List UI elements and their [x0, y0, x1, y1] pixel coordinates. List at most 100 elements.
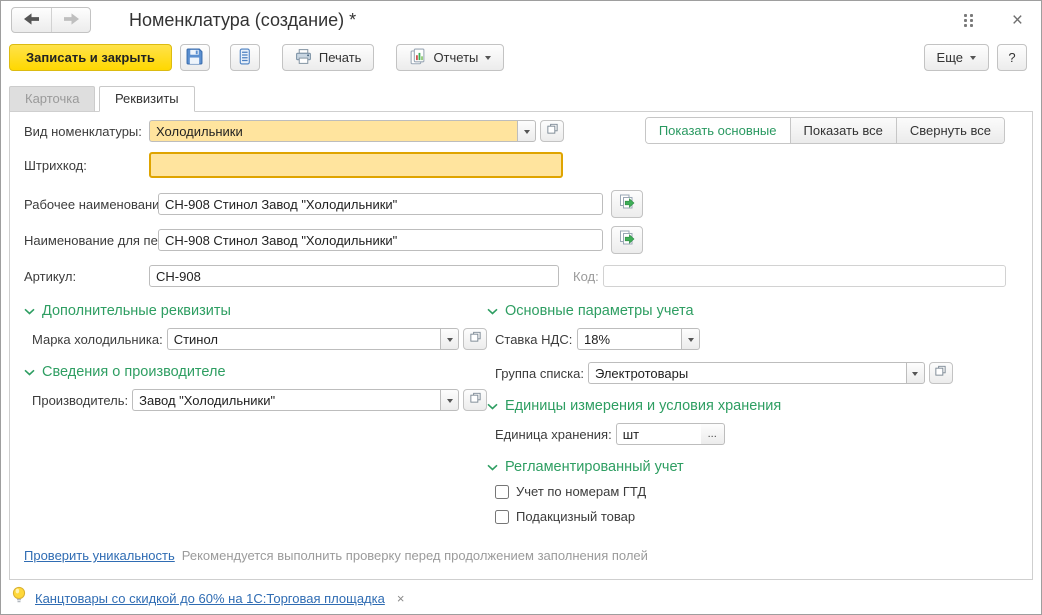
section-accounting-label: Основные параметры учета: [505, 303, 694, 319]
nav-history-group: [11, 7, 91, 33]
list-group-input[interactable]: [588, 362, 906, 384]
nomenclature-type-combo: [149, 120, 536, 142]
chevron-down-icon: [912, 372, 918, 379]
reports-button-label: Отчеты: [433, 50, 478, 65]
nomenclature-type-open-button[interactable]: [540, 120, 564, 142]
section-manufacturer-info[interactable]: Сведения о производителе: [24, 364, 487, 380]
chevron-down-icon: [487, 398, 498, 414]
open-form-icon: [934, 364, 947, 382]
print-name-input[interactable]: [158, 229, 603, 251]
excise-checkbox-label: Подакцизный товар: [516, 509, 635, 524]
notification-close-icon[interactable]: ×: [397, 591, 405, 606]
copy-name-icon: [618, 229, 636, 252]
reports-button[interactable]: Отчеты: [396, 44, 504, 71]
working-name-label: Рабочее наименование:: [24, 197, 154, 212]
forward-arrow-icon: [64, 13, 79, 28]
more-actions-button[interactable]: Еще: [924, 44, 989, 71]
command-bar: Записать и закрыть Печать Отчеты: [1, 39, 1041, 76]
chevron-down-icon: [970, 56, 976, 63]
printer-icon: [295, 48, 312, 68]
chevron-down-icon: [485, 56, 491, 63]
nomenclature-type-dropdown-button[interactable]: [517, 120, 536, 142]
article-input[interactable]: [149, 265, 559, 287]
chevron-down-icon: [688, 338, 694, 345]
brand-open-button[interactable]: [463, 328, 487, 350]
help-button[interactable]: ?: [997, 44, 1027, 71]
back-arrow-icon: [24, 13, 39, 28]
vat-dropdown-button[interactable]: [681, 328, 700, 350]
forward-button[interactable]: [51, 8, 90, 32]
form-panel: Показать основные Показать все Свернуть …: [9, 111, 1033, 580]
unit-combo: ...: [616, 423, 725, 445]
check-uniqueness-link[interactable]: Проверить уникальность: [24, 548, 175, 563]
section-units[interactable]: Единицы измерения и условия хранения: [487, 398, 1018, 414]
unit-label: Единица хранения:: [495, 427, 612, 442]
vat-input[interactable]: [577, 328, 681, 350]
vat-combo: [577, 328, 700, 350]
barcode-input[interactable]: [149, 152, 563, 178]
chevron-down-icon: [447, 338, 453, 345]
chevron-down-icon: [487, 459, 498, 475]
more-menu-icon[interactable]: [960, 10, 978, 31]
vat-label: Ставка НДС:: [495, 332, 573, 347]
working-name-fill-button[interactable]: [611, 190, 643, 218]
collapse-all-button[interactable]: Свернуть все: [896, 118, 1004, 143]
section-additional-label: Дополнительные реквизиты: [42, 303, 231, 319]
nomenclature-type-label: Вид номенклатуры:: [24, 124, 145, 139]
print-name-label: Наименование для печати:: [24, 233, 154, 248]
manufacturer-input[interactable]: [132, 389, 440, 411]
open-form-icon: [546, 122, 559, 140]
excise-checkbox[interactable]: [495, 510, 509, 524]
lightbulb-icon: [11, 586, 27, 610]
show-main-button[interactable]: Показать основные: [646, 118, 790, 143]
promo-link[interactable]: Канцтовары со скидкой до 60% на 1С:Торго…: [35, 591, 385, 606]
print-name-fill-button[interactable]: [611, 226, 643, 254]
brand-label: Марка холодильника:: [32, 332, 163, 347]
back-button[interactable]: [12, 8, 51, 32]
close-icon[interactable]: ×: [1012, 11, 1023, 30]
brand-combo: [167, 328, 459, 350]
gtd-checkbox-label: Учет по номерам ГТД: [516, 484, 646, 499]
tab-card[interactable]: Карточка: [9, 86, 95, 112]
section-accounting[interactable]: Основные параметры учета: [487, 303, 1018, 319]
section-additional[interactable]: Дополнительные реквизиты: [24, 303, 487, 319]
manufacturer-label: Производитель:: [32, 393, 128, 408]
brand-input[interactable]: [167, 328, 440, 350]
save-and-close-button[interactable]: Записать и закрыть: [9, 44, 172, 71]
list-group-dropdown-button[interactable]: [906, 362, 925, 384]
show-list-button[interactable]: [230, 44, 260, 71]
unit-input[interactable]: [616, 423, 701, 445]
report-icon: [409, 48, 426, 68]
page-title: Номенклатура (создание) *: [129, 10, 356, 31]
chevron-down-icon: [487, 303, 498, 319]
right-column: Основные параметры учета Ставка НДС: Гру…: [487, 303, 1018, 534]
chevron-down-icon: [447, 399, 453, 406]
show-all-button[interactable]: Показать все: [790, 118, 896, 143]
more-actions-label: Еще: [937, 50, 963, 65]
working-name-input[interactable]: [158, 193, 603, 215]
manufacturer-open-button[interactable]: [463, 389, 487, 411]
nomenclature-type-input[interactable]: [149, 120, 517, 142]
tab-strip: Карточка Реквизиты: [1, 86, 1041, 111]
manufacturer-dropdown-button[interactable]: [440, 389, 459, 411]
section-regulated-label: Регламентированный учет: [505, 459, 684, 475]
open-form-icon: [469, 330, 482, 348]
print-button-label: Печать: [319, 50, 362, 65]
print-button[interactable]: Печать: [282, 44, 375, 71]
left-column: Дополнительные реквизиты Марка холодильн…: [24, 303, 487, 534]
view-mode-group: Показать основные Показать все Свернуть …: [645, 117, 1005, 144]
manufacturer-combo: [132, 389, 459, 411]
barcode-label: Штрихкод:: [24, 158, 145, 173]
save-button[interactable]: [180, 44, 210, 71]
unit-select-button[interactable]: ...: [701, 423, 725, 445]
gtd-checkbox[interactable]: [495, 485, 509, 499]
app-window: Номенклатура (создание) * × Записать и з…: [0, 0, 1042, 615]
article-label: Артикул:: [24, 269, 145, 284]
title-bar: Номенклатура (создание) * ×: [1, 1, 1041, 39]
section-regulated[interactable]: Регламентированный учет: [487, 459, 1018, 475]
tab-details[interactable]: Реквизиты: [99, 86, 195, 112]
list-group-open-button[interactable]: [929, 362, 953, 384]
code-input[interactable]: [603, 265, 1006, 287]
brand-dropdown-button[interactable]: [440, 328, 459, 350]
chevron-down-icon: [524, 130, 530, 137]
